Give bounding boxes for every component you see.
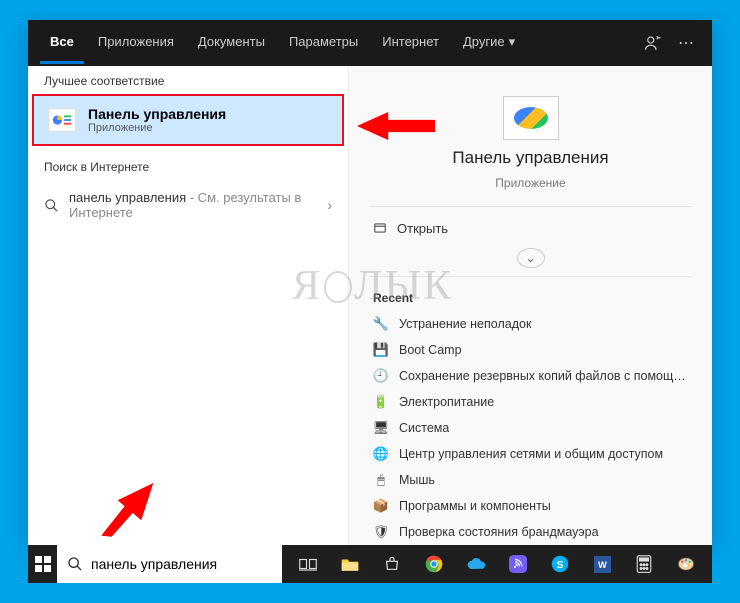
open-label: Открыть	[397, 221, 448, 236]
svg-text:S: S	[556, 559, 563, 571]
divider	[369, 206, 692, 207]
recent-item-icon: 🛡	[373, 524, 389, 540]
tab-internet[interactable]: Интернет	[372, 22, 449, 64]
content-area: Лучшее соответствие Панель управления Пр…	[28, 66, 712, 545]
recent-item[interactable]: 🌐 Центр управления сетями и общим доступо…	[349, 441, 712, 467]
recent-item[interactable]: 💾 Boot Camp	[349, 337, 712, 363]
taskbar-apps: S W	[282, 545, 712, 583]
chrome-icon[interactable]	[414, 545, 454, 583]
tab-all[interactable]: Все	[40, 22, 84, 64]
recent-item[interactable]: 🕘 Сохранение резервных копий файлов с пом…	[349, 363, 712, 389]
feedback-icon[interactable]	[638, 28, 668, 58]
preview-title: Панель управления	[452, 148, 608, 168]
start-button[interactable]	[28, 545, 57, 583]
tab-bar: Все Приложения Документы Параметры Интер…	[28, 20, 712, 66]
best-match-header: Лучшее соответствие	[28, 66, 348, 94]
open-action[interactable]: Открыть	[349, 215, 712, 242]
web-search-query: панель управления	[69, 190, 186, 205]
recent-item-label: Boot Camp	[399, 343, 462, 357]
taskbar: S W	[28, 545, 712, 583]
recent-item-icon: 🔧	[373, 316, 389, 332]
web-search-header: Поиск в Интернете	[28, 152, 348, 180]
recent-item-label: Электропитание	[399, 395, 494, 409]
recent-item-label: Система	[399, 421, 449, 435]
recent-header: Recent	[349, 285, 712, 311]
best-match-title: Панель управления	[88, 106, 226, 122]
more-options-icon[interactable]: ⋯	[672, 27, 700, 59]
taskbar-search[interactable]	[57, 545, 282, 583]
best-match-text: Панель управления Приложение	[88, 106, 226, 134]
preview-subtitle: Приложение	[495, 176, 565, 190]
tab-documents[interactable]: Документы	[188, 22, 275, 64]
search-icon	[67, 556, 83, 572]
tab-settings[interactable]: Параметры	[279, 22, 368, 64]
skype-icon[interactable]: S	[540, 545, 580, 583]
recent-item[interactable]: 🔧 Устранение неполадок	[349, 311, 712, 337]
recent-item[interactable]: 🖱 Мышь	[349, 467, 712, 493]
recent-item[interactable]: 📦 Программы и компоненты	[349, 493, 712, 519]
divider	[369, 276, 692, 277]
recent-item[interactable]: 🛡 Проверка состояния брандмауэра	[349, 519, 712, 545]
recent-item-icon: 📦	[373, 498, 389, 514]
recent-item[interactable]: 🔋 Электропитание	[349, 389, 712, 415]
word-icon[interactable]: W	[582, 545, 622, 583]
best-match-item[interactable]: Панель управления Приложение	[32, 94, 344, 146]
recent-item[interactable]: 🖥 Система	[349, 415, 712, 441]
control-panel-icon	[48, 108, 76, 132]
best-match-subtitle: Приложение	[88, 122, 226, 134]
expand-button[interactable]: ⌄	[517, 248, 545, 269]
recent-item-label: Проверка состояния брандмауэра	[399, 525, 599, 539]
search-panel: Все Приложения Документы Параметры Интер…	[28, 20, 712, 545]
paint-icon[interactable]	[666, 545, 706, 583]
tab-more-label: Другие	[463, 34, 505, 49]
recent-item-icon: 🔋	[373, 394, 389, 410]
search-input[interactable]	[91, 556, 272, 572]
calculator-icon[interactable]	[624, 545, 664, 583]
preview-hero: Панель управления Приложение	[349, 96, 712, 190]
recent-item-icon: 🖥	[373, 420, 389, 436]
file-explorer-icon[interactable]	[330, 545, 370, 583]
chevron-right-icon: ›	[327, 197, 332, 213]
store-icon[interactable]	[372, 545, 412, 583]
open-icon	[373, 221, 387, 235]
web-search-item[interactable]: панель управления - См. результаты в Инт…	[28, 180, 348, 230]
recent-item-label: Мышь	[399, 473, 435, 487]
recent-item-icon: 🖱	[373, 472, 389, 488]
recent-list: 🔧 Устранение неполадок 💾 Boot Camp 🕘 Сохранен…	[349, 311, 712, 545]
recent-item-label: Устранение неполадок	[399, 317, 531, 331]
onedrive-icon[interactable]	[456, 545, 496, 583]
recent-item-icon: 🕘	[373, 368, 389, 384]
tab-more[interactable]: Другие ▾	[453, 22, 525, 65]
recent-item-icon: 🌐	[373, 446, 389, 462]
recent-item-icon: 💾	[373, 342, 389, 358]
preview-column: Панель управления Приложение Открыть ⌄ R…	[348, 66, 712, 545]
tab-apps[interactable]: Приложения	[88, 22, 184, 64]
control-panel-large-icon	[503, 96, 559, 140]
search-icon	[44, 198, 59, 213]
recent-item-label: Сохранение резервных копий файлов с помо…	[399, 369, 688, 383]
recent-item-label: Центр управления сетями и общим доступом	[399, 447, 663, 461]
results-column: Лучшее соответствие Панель управления Пр…	[28, 66, 348, 545]
chevron-down-icon: ⌄	[525, 251, 535, 265]
windows-icon	[35, 556, 51, 572]
task-view-icon[interactable]	[288, 545, 328, 583]
viber-icon[interactable]	[498, 545, 538, 583]
recent-item-label: Программы и компоненты	[399, 499, 551, 513]
chevron-down-icon: ▾	[509, 34, 516, 50]
svg-text:W: W	[598, 560, 607, 570]
desktop: Все Приложения Документы Параметры Интер…	[12, 12, 728, 591]
web-search-text: панель управления - См. результаты в Инт…	[69, 190, 317, 220]
